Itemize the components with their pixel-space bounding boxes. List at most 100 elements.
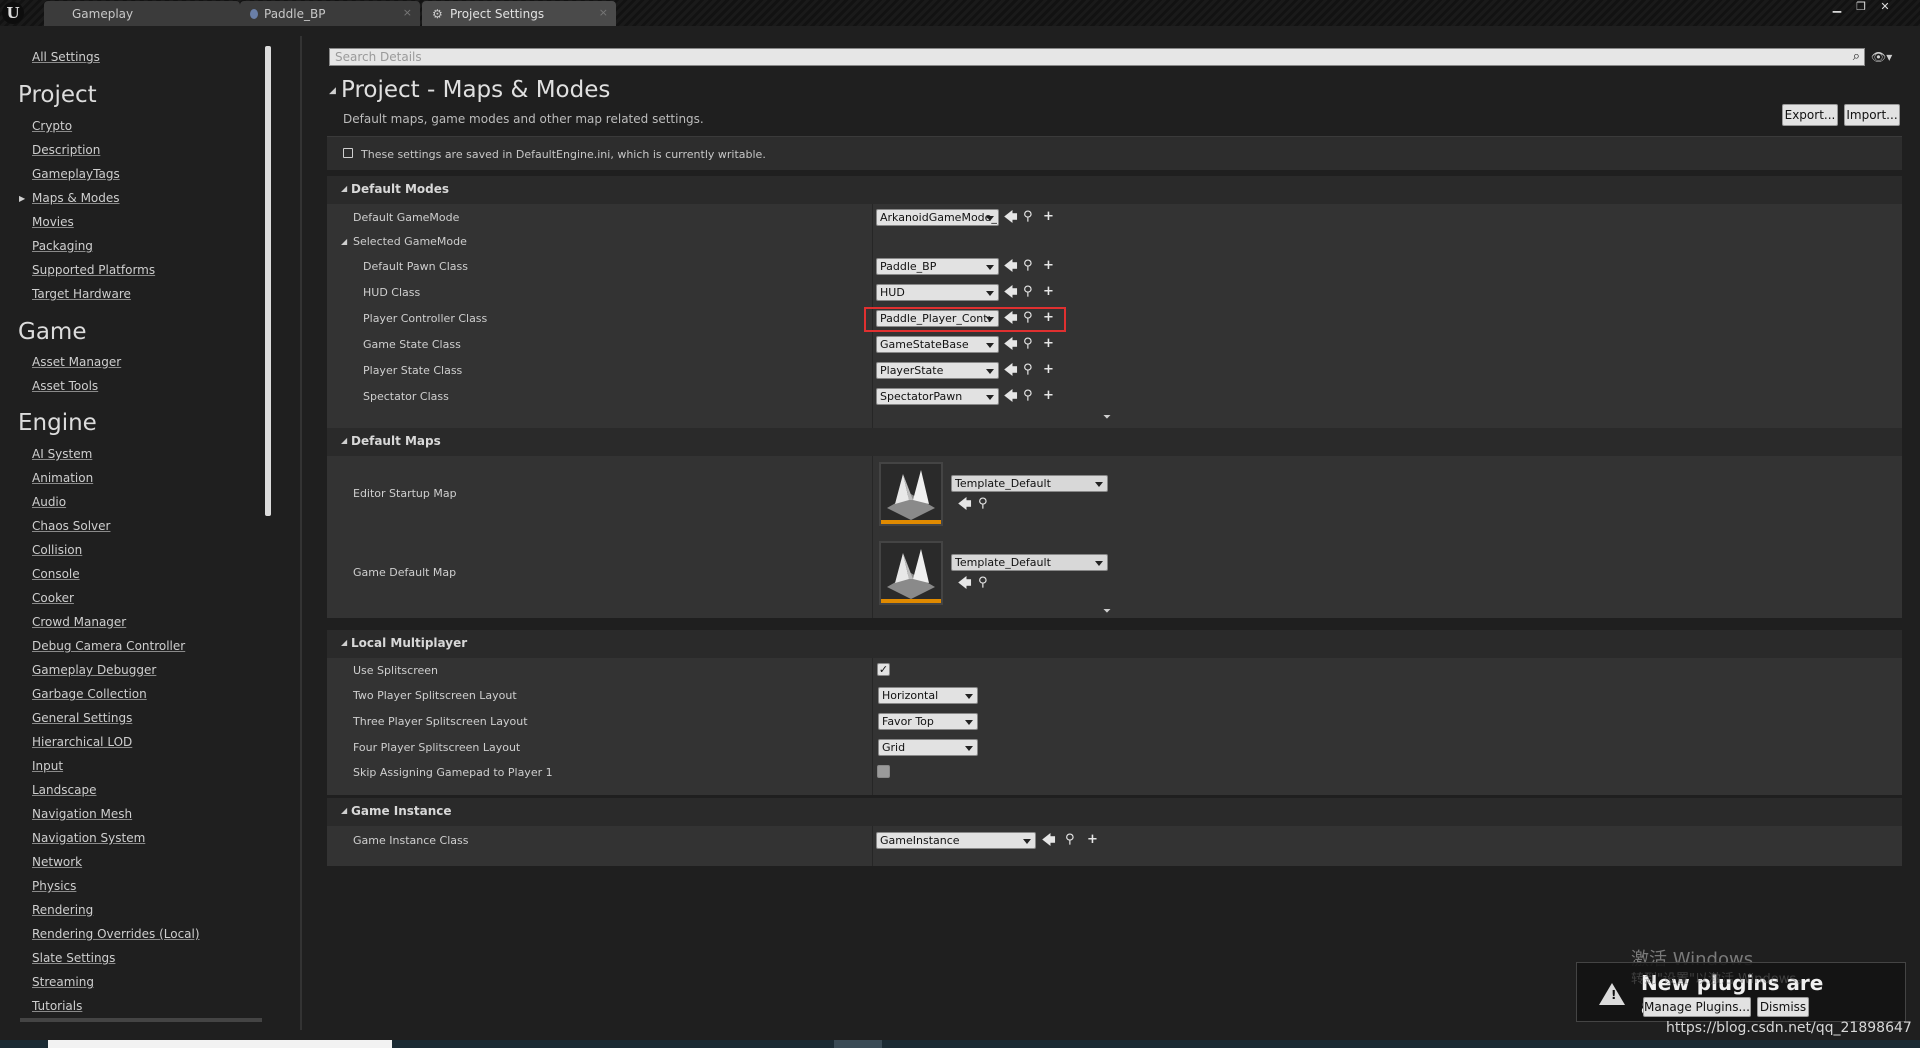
sidebar-item-audio[interactable]: Audio — [32, 495, 66, 509]
sidebar-item-chaos-solver[interactable]: Chaos Solver — [32, 519, 110, 533]
add-icon[interactable]: + — [1043, 311, 1054, 324]
sidebar-item-crowd-manager[interactable]: Crowd Manager — [32, 615, 126, 629]
game-default-map-combo[interactable]: Template_Default — [951, 554, 1108, 571]
use-selected-arrow-icon[interactable]: 🡄 — [1004, 338, 1017, 351]
use-selected-arrow-icon[interactable]: 🡄 — [1004, 390, 1017, 403]
import-button[interactable]: Import... — [1844, 104, 1900, 126]
use-selected-arrow-icon[interactable]: 🡄 — [958, 577, 971, 590]
use-selected-arrow-icon[interactable]: 🡄 — [1004, 211, 1017, 224]
hud-class-combo[interactable]: HUD — [876, 284, 999, 301]
two-player-layout-combo[interactable]: Horizontal — [878, 687, 978, 704]
sidebar-item-input[interactable]: Input — [32, 759, 63, 773]
add-icon[interactable]: + — [1087, 833, 1098, 846]
skip-gamepad-checkbox[interactable] — [877, 765, 890, 778]
advanced-expand-icon[interactable]: ⏷ — [1103, 606, 1111, 617]
add-icon[interactable]: + — [1043, 210, 1054, 223]
sidebar-item-landscape[interactable]: Landscape — [32, 783, 96, 797]
add-icon[interactable]: + — [1043, 337, 1054, 350]
sidebar-scrollbar[interactable] — [265, 46, 271, 516]
tab-paddle-bp[interactable]: Paddle_BP × — [240, 1, 420, 26]
advanced-expand-icon[interactable]: ⏷ — [1103, 412, 1111, 423]
restore-icon[interactable]: ❐ — [1852, 1, 1870, 15]
browse-search-icon[interactable]: ⚲ — [1065, 833, 1075, 846]
use-selected-arrow-icon[interactable]: 🡄 — [1042, 834, 1055, 847]
use-selected-arrow-icon[interactable]: 🡄 — [1004, 260, 1017, 273]
sidebar-item-general-settings[interactable]: General Settings — [32, 711, 132, 725]
player-state-class-combo[interactable]: PlayerState — [876, 362, 999, 379]
sidebar-item-all-settings[interactable]: All Settings — [32, 50, 100, 64]
browse-search-icon[interactable]: ⚲ — [1023, 285, 1033, 298]
section-header-default-modes[interactable]: ◢ Default Modes — [327, 176, 1902, 204]
game-instance-class-combo[interactable]: GameInstance — [876, 832, 1036, 849]
sidebar-item-garbage-collection[interactable]: Garbage Collection — [32, 687, 147, 701]
sidebar-item-ai-system[interactable]: AI System — [32, 447, 92, 461]
sidebar-item-navigation-system[interactable]: Navigation System — [32, 831, 145, 845]
section-header-default-maps[interactable]: ◢ Default Maps — [327, 428, 1902, 456]
sidebar-item-animation[interactable]: Animation — [32, 471, 93, 485]
sidebar-item-console[interactable]: Console — [32, 567, 80, 581]
add-icon[interactable]: + — [1043, 285, 1054, 298]
use-selected-arrow-icon[interactable]: 🡄 — [1004, 364, 1017, 377]
sidebar-item-streaming[interactable]: Streaming — [32, 975, 94, 989]
expand-triangle-icon[interactable]: ◢ — [341, 237, 347, 246]
minimize-icon[interactable]: ▁ — [1828, 1, 1846, 15]
taskbar-search-box[interactable] — [48, 1040, 392, 1048]
browse-search-icon[interactable]: ⚲ — [978, 576, 988, 589]
export-button[interactable]: Export... — [1782, 104, 1838, 126]
sidebar-item-debug-camera-controller[interactable]: Debug Camera Controller — [32, 639, 185, 653]
sidebar-item-packaging[interactable]: Packaging — [32, 239, 93, 253]
use-selected-arrow-icon[interactable]: 🡄 — [958, 498, 971, 511]
sidebar-item-asset-tools[interactable]: Asset Tools — [32, 379, 98, 393]
collapse-triangle-icon[interactable]: ◢ — [329, 86, 336, 96]
taskbar-app-button[interactable] — [834, 1040, 882, 1048]
browse-search-icon[interactable]: ⚲ — [1023, 210, 1033, 223]
sidebar-item-cooker[interactable]: Cooker — [32, 591, 74, 605]
four-player-layout-combo[interactable]: Grid — [878, 739, 978, 756]
search-details-input[interactable]: Search Details ⌕ — [329, 48, 1865, 66]
default-gamemode-combo[interactable]: ArkanoidGameMode_ — [876, 209, 999, 226]
sidebar-item-collision[interactable]: Collision — [32, 543, 82, 557]
sidebar-item-crypto[interactable]: Crypto — [32, 119, 72, 133]
browse-search-icon[interactable]: ⚲ — [1023, 337, 1033, 350]
map-thumbnail[interactable] — [879, 541, 943, 605]
sidebar-item-supported-platforms[interactable]: Supported Platforms — [32, 263, 155, 277]
game-state-class-combo[interactable]: GameStateBase — [876, 336, 999, 353]
section-header-game-instance[interactable]: ◢ Game Instance — [327, 798, 1902, 826]
browse-search-icon[interactable]: ⚲ — [1023, 259, 1033, 272]
view-options-icon[interactable]: 👁▾ — [1871, 50, 1892, 64]
sidebar-item-gameplay-debugger[interactable]: Gameplay Debugger — [32, 663, 156, 677]
tab-project-settings[interactable]: ⚙ Project Settings × — [422, 1, 616, 26]
section-header-local-multiplayer[interactable]: ◢ Local Multiplayer — [327, 630, 1902, 658]
use-splitscreen-checkbox[interactable]: ✓ — [877, 663, 890, 676]
browse-search-icon[interactable]: ⚲ — [1023, 389, 1033, 402]
tab-gameplay[interactable]: Gameplay — [44, 1, 240, 26]
close-icon[interactable]: × — [599, 6, 608, 19]
close-window-icon[interactable]: ✕ — [1876, 1, 1894, 15]
player-controller-class-combo[interactable]: Paddle_Player_Contr — [876, 310, 999, 327]
sidebar-hscroll[interactable] — [20, 1018, 262, 1022]
add-icon[interactable]: + — [1043, 389, 1054, 402]
sidebar-item-movies[interactable]: Movies — [32, 215, 74, 229]
browse-search-icon[interactable]: ⚲ — [1023, 311, 1033, 324]
default-pawn-class-combo[interactable]: Paddle_BP — [876, 258, 999, 275]
sidebar-item-hierarchical-lod[interactable]: Hierarchical LOD — [32, 735, 132, 749]
sidebar-item-navigation-mesh[interactable]: Navigation Mesh — [32, 807, 132, 821]
sidebar-item-asset-manager[interactable]: Asset Manager — [32, 355, 121, 369]
sidebar-item-tutorials[interactable]: Tutorials — [32, 999, 82, 1013]
manage-plugins-button[interactable]: Manage Plugins... — [1643, 997, 1751, 1017]
sidebar-item-description[interactable]: Description — [32, 143, 100, 157]
use-selected-arrow-icon[interactable]: 🡄 — [1004, 286, 1017, 299]
use-selected-arrow-icon[interactable]: 🡄 — [1004, 312, 1017, 325]
editor-startup-map-combo[interactable]: Template_Default — [951, 475, 1108, 492]
browse-search-icon[interactable]: ⚲ — [1023, 363, 1033, 376]
add-icon[interactable]: + — [1043, 259, 1054, 272]
search-icon[interactable]: ⌕ — [1853, 49, 1860, 64]
dismiss-button[interactable]: Dismiss — [1757, 997, 1809, 1017]
sidebar-item-slate-settings[interactable]: Slate Settings — [32, 951, 115, 965]
browse-search-icon[interactable]: ⚲ — [978, 497, 988, 510]
sidebar-item-rendering[interactable]: Rendering — [32, 903, 93, 917]
sidebar-item-rendering-overrides[interactable]: Rendering Overrides (Local) — [32, 927, 200, 941]
sidebar-item-gameplaytags[interactable]: GameplayTags — [32, 167, 120, 181]
add-icon[interactable]: + — [1043, 363, 1054, 376]
sidebar-item-physics[interactable]: Physics — [32, 879, 76, 893]
